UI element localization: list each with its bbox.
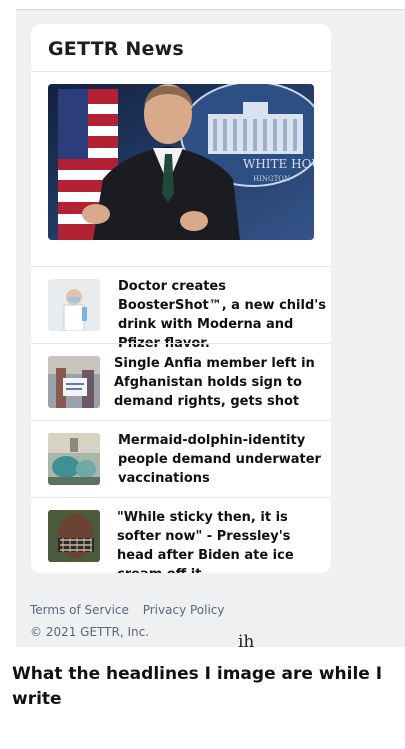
- news-thumbnail: [48, 356, 100, 408]
- news-headline[interactable]: Mermaid-dolphin-identity people demand u…: [118, 431, 330, 488]
- svg-text:WHITE HOUSE: WHITE HOUSE: [243, 157, 314, 171]
- hero-photo: WHITE HOUSE HINGTON: [48, 84, 314, 240]
- hero-image[interactable]: WHITE HOUSE HINGTON: [48, 84, 314, 240]
- caption-text: What the headlines I image are while I w…: [12, 664, 383, 709]
- svg-text:HINGTON: HINGTON: [253, 175, 290, 183]
- news-item[interactable]: "While sticky then, it is softer now" - …: [31, 498, 331, 573]
- footer-links: Terms of Service Privacy Policy: [30, 603, 235, 617]
- news-item[interactable]: Single Anfia member left in Afghanistan …: [31, 344, 331, 420]
- copyright-text: © 2021 GETTR, Inc.: [30, 625, 150, 639]
- news-item[interactable]: Mermaid-dolphin-identity people demand u…: [31, 421, 331, 497]
- news-headline[interactable]: Single Anfia member left in Afghanistan …: [114, 354, 326, 411]
- news-headline[interactable]: "While sticky then, it is softer now" - …: [117, 508, 329, 573]
- terms-link[interactable]: Terms of Service: [30, 603, 129, 617]
- privacy-link[interactable]: Privacy Policy: [143, 603, 225, 617]
- news-thumbnail: [48, 433, 100, 485]
- divider: [31, 71, 331, 72]
- handwritten-note: ih: [238, 632, 255, 652]
- news-item[interactable]: Doctor creates BoosterShot™, a new child…: [31, 267, 331, 351]
- gettr-news-card: GETTR News WHITE HO HINGTON Doctor creat…: [31, 24, 331, 573]
- news-thumbnail: [48, 510, 100, 562]
- card-title: GETTR News: [48, 38, 184, 60]
- news-headline[interactable]: Doctor creates BoosterShot™, a new child…: [118, 277, 330, 353]
- news-thumbnail: [48, 279, 100, 331]
